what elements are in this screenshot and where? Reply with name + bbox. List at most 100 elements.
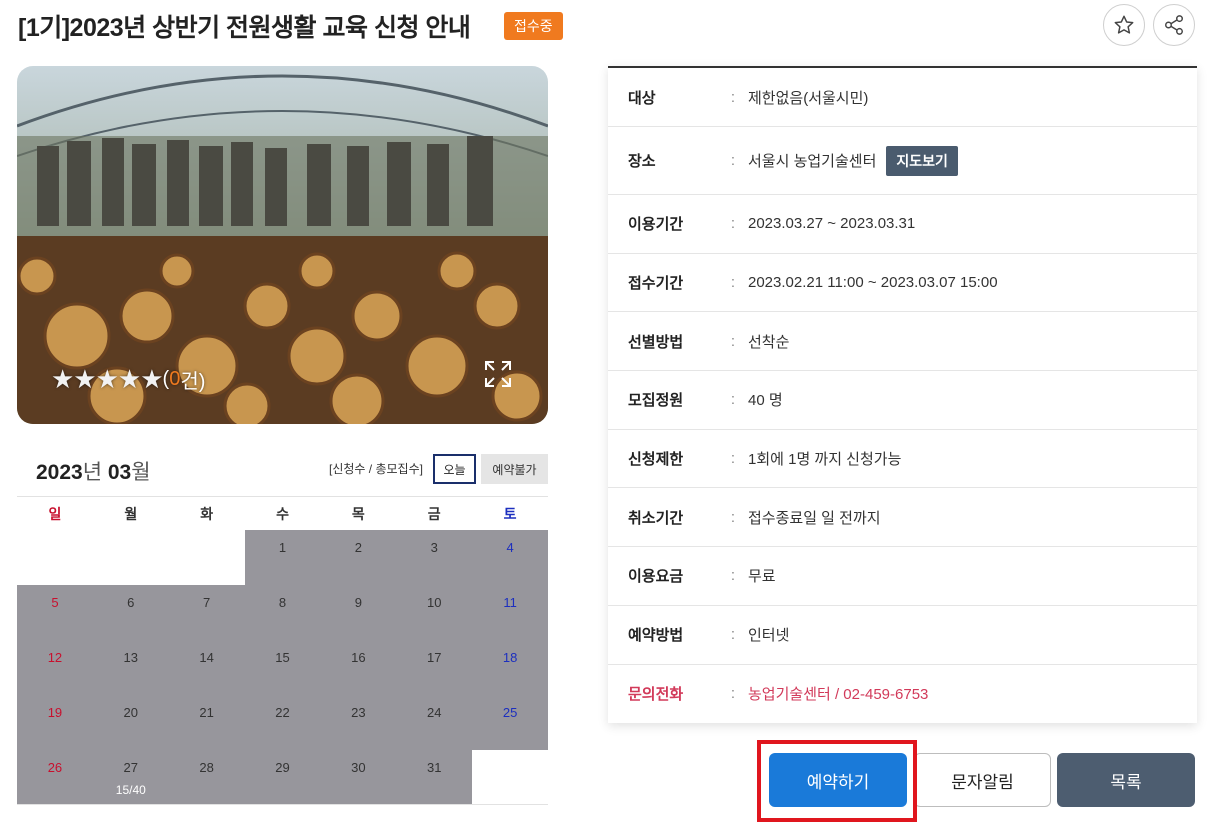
day-number: 6 (127, 595, 135, 610)
info-label: 모집정원 (628, 392, 684, 410)
info-row: 장소: 서울시 농업기술센터 지도보기 (608, 127, 1197, 195)
day-number: 22 (275, 705, 290, 720)
calendar-day[interactable]: 28 (168, 750, 245, 804)
info-value: 접수종료일 일 전까지 (748, 507, 881, 528)
info-label: 접수기간 (628, 275, 684, 293)
day-number: 23 (351, 705, 366, 720)
day-number: 9 (354, 595, 362, 610)
program-photo[interactable]: ★★★★★ ( 0 건) (17, 66, 548, 424)
day-number: 12 (47, 650, 63, 665)
info-separator: : (730, 152, 736, 169)
day-number: 13 (123, 650, 139, 665)
info-label: 대상 (628, 89, 656, 107)
calendar-divider (17, 496, 548, 497)
info-value-text: 2023.02.21 11:00 ~ 2023.03.07 15:00 (748, 274, 998, 292)
calendar-day[interactable]: 10 (396, 585, 473, 640)
info-row: 예약방법: 인터넷 (608, 606, 1197, 665)
calendar-day[interactable]: 16 (320, 640, 397, 695)
info-separator: : (730, 508, 736, 526)
info-label: 선별방법 (628, 333, 684, 351)
calendar-empty-cell (168, 530, 245, 585)
calendar-day[interactable]: 9 (320, 585, 397, 640)
info-label: 이용기간 (628, 216, 684, 234)
day-number: 27 (123, 760, 139, 775)
favorite-button[interactable] (1103, 4, 1145, 46)
info-value-text: 농업기술센터 / 02-459-6753 (748, 686, 929, 704)
calendar-day[interactable]: 18 (472, 640, 549, 695)
calendar-week: 5 6 7 8 9 10 11 (17, 585, 549, 640)
calendar-day[interactable]: 17 (396, 640, 473, 695)
day-number: 29 (275, 760, 290, 775)
calendar-empty-cell (17, 530, 93, 585)
calendar-day[interactable]: 8 (244, 585, 321, 640)
info-value: 1회에 1명 까지 신청가능 (748, 448, 901, 469)
info-label: 신청제한 (628, 451, 684, 469)
day-number: 11 (503, 595, 517, 610)
day-number: 4 (506, 540, 514, 555)
info-row: 문의전화: 농업기술센터 / 02-459-6753 (608, 665, 1197, 724)
calendar-day[interactable]: 3 (396, 530, 473, 585)
calendar-day[interactable]: 12 (17, 640, 93, 695)
day-number: 18 (502, 650, 518, 665)
calendar-day[interactable]: 13 (92, 640, 169, 695)
weekday-label: 금 (427, 506, 441, 522)
info-value-text: 선착순 (748, 333, 790, 351)
calendar-day[interactable]: 11 (472, 585, 549, 640)
info-value: 인터넷 (748, 624, 789, 645)
share-button[interactable] (1153, 4, 1195, 46)
page-title: [1기]2023년 상반기 전원생활 교육 신청 안내 (18, 14, 471, 42)
day-number: 7 (203, 595, 211, 610)
calendar-week: 26 27 15/40 28 29 30 31 (17, 750, 549, 805)
info-row: 이용요금: 무료 (608, 547, 1197, 606)
info-value: 서울시 농업기술센터 지도보기 (748, 145, 958, 176)
calendar-day[interactable]: 21 (168, 695, 245, 750)
map-view-button[interactable]: 지도보기 (886, 145, 958, 176)
sms-alert-button[interactable]: 문자알림 (914, 753, 1051, 807)
unavailable-legend: 예약불가 (481, 454, 548, 484)
calendar-day[interactable]: 22 (244, 695, 321, 750)
info-value-text: 40 명 (748, 392, 783, 410)
day-number: 2 (354, 540, 362, 555)
day-number: 25 (502, 705, 518, 720)
day-number: 8 (278, 595, 287, 610)
calendar-week: 19 20 21 22 23 24 25 (17, 695, 549, 750)
info-value: 무료 (748, 565, 776, 586)
calendar-day[interactable]: 5 (17, 585, 93, 640)
calendar-year: 2023 (36, 461, 83, 484)
calendar-day[interactable]: 31 (396, 750, 473, 804)
info-label: 취소기간 (628, 509, 684, 527)
info-row: 신청제한:1회에 1명 까지 신청가능 (608, 430, 1197, 489)
info-separator: : (730, 685, 736, 703)
rating-stars: ★★★★★ (51, 364, 164, 394)
calendar-day[interactable]: 25 (472, 695, 549, 750)
rating-count: 0 (169, 368, 181, 390)
info-value-text: 무료 (748, 568, 776, 586)
calendar-day[interactable]: 14 (168, 640, 245, 695)
calendar-day[interactable]: 27 15/40 (92, 750, 169, 804)
calendar-day[interactable]: 15 (244, 640, 321, 695)
info-separator: : (730, 332, 736, 350)
calendar-week: 1 2 3 4 (17, 530, 549, 585)
calendar-day[interactable]: 26 (17, 750, 93, 804)
calendar-day[interactable]: 4 (472, 530, 549, 585)
calendar-day[interactable]: 23 (320, 695, 397, 750)
calendar-day[interactable]: 29 (244, 750, 321, 804)
calendar-day[interactable]: 19 (17, 695, 93, 750)
calendar-day[interactable]: 24 (396, 695, 473, 750)
calendar-day[interactable]: 30 (320, 750, 397, 804)
calendar-day[interactable]: 2 (320, 530, 397, 585)
info-value: 선착순 (748, 331, 789, 352)
apply-count: 15/40 (115, 783, 146, 797)
calendar-day[interactable]: 1 (244, 530, 321, 585)
today-legend: 오늘 (433, 454, 476, 484)
info-value: 40 명 (748, 389, 783, 410)
info-value-text: 제한없음(서울시민) (748, 89, 869, 107)
expand-icon[interactable] (482, 358, 514, 390)
calendar-day[interactable]: 20 (92, 695, 169, 750)
calendar-day[interactable]: 6 (92, 585, 169, 640)
info-label: 예약방법 (628, 627, 684, 645)
calendar-legend: [신청수 / 총모집수] (329, 462, 423, 476)
list-button[interactable]: 목록 (1057, 753, 1195, 807)
info-separator: : (730, 215, 736, 233)
calendar-day[interactable]: 7 (168, 585, 245, 640)
